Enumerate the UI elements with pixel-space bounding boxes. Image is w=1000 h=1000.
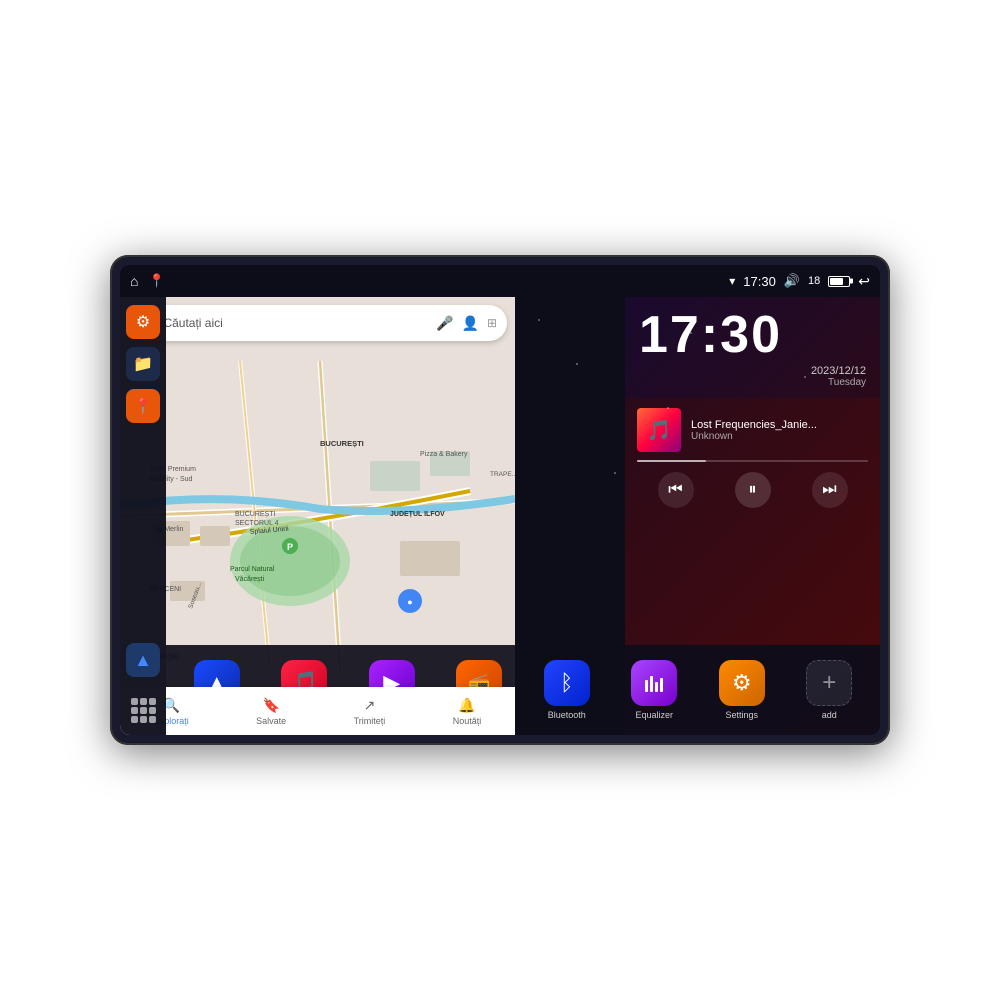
sidebar-maps-button[interactable]: 📍 <box>126 389 160 423</box>
saved-icon: 🔖 <box>262 697 279 714</box>
send-label: Trimiteți <box>354 716 386 726</box>
svg-text:BUCUREȘTI: BUCUREȘTI <box>235 511 276 518</box>
saved-label: Salvate <box>256 716 286 726</box>
map-icon: 📍 <box>134 397 153 415</box>
settings-label: Settings <box>701 710 783 720</box>
add-label: add <box>789 710 871 720</box>
send-icon: ↗ <box>364 697 376 714</box>
music-controls: ⏮ ⏸ ⏭ <box>637 472 868 508</box>
svg-text:P: P <box>287 542 293 552</box>
back-icon[interactable]: ↩ <box>858 273 870 290</box>
app-equalizer[interactable]: Equalizer <box>614 660 696 720</box>
svg-text:BUCUREȘTI: BUCUREȘTI <box>320 439 364 448</box>
app-bluetooth[interactable]: ᛒ Bluetooth <box>526 660 608 720</box>
svg-text:JUDEȚUL ILFOV: JUDEȚUL ILFOV <box>390 511 445 518</box>
prev-icon: ⏮ <box>668 481 682 499</box>
gear-icon: ⚙ <box>136 312 150 332</box>
music-track-info: Lost Frequencies_Janie... Unknown <box>691 419 868 442</box>
app-settings[interactable]: ⚙ Settings <box>701 660 783 720</box>
music-play-button[interactable]: ⏸ <box>735 472 771 508</box>
svg-text:TRAPE...: TRAPE... <box>490 471 515 478</box>
bluetooth-icon: ᛒ <box>544 660 590 706</box>
sidebar: ⚙ 📁 📍 ▲ <box>120 297 166 735</box>
svg-text:Pizza & Bakery: Pizza & Bakery <box>420 451 468 458</box>
map-send-button[interactable]: ↗ Trimiteți <box>354 697 386 726</box>
news-label: Noutăți <box>453 716 482 726</box>
sidebar-grid-button[interactable] <box>126 693 160 727</box>
mic-icon[interactable]: 🎤 <box>436 315 453 332</box>
equalizer-label: Equalizer <box>614 710 696 720</box>
music-track-row: 🎵 Lost Frequencies_Janie... Unknown <box>637 408 868 452</box>
svg-text:SECTORUL 4: SECTORUL 4 <box>235 520 279 527</box>
app-add[interactable]: + add <box>789 660 871 720</box>
map-news-button[interactable]: 🔔 Noutăți <box>453 697 482 726</box>
play-icon: ⏸ <box>748 481 756 499</box>
sidebar-files-button[interactable]: 📁 <box>126 347 160 381</box>
music-album-art: 🎵 <box>637 408 681 452</box>
settings-glyph: ⚙ <box>732 670 752 696</box>
sidebar-settings-button[interactable]: ⚙ <box>126 305 160 339</box>
album-art-icon: 🎵 <box>647 418 672 443</box>
account-icon[interactable]: 👤 <box>462 315 479 332</box>
status-right: ▾ 17:30 🔊 18 ↩ <box>729 273 870 290</box>
map-search-text: Căutați aici <box>163 316 428 330</box>
add-icon: + <box>806 660 852 706</box>
grid-icon <box>131 698 156 723</box>
svg-text:●: ● <box>407 597 412 607</box>
home-icon[interactable]: ⌂ <box>130 273 138 289</box>
device: ⌂ 📍 ▾ 17:30 🔊 18 ↩ <box>110 255 890 745</box>
battery-icon <box>828 276 850 287</box>
battery-level: 18 <box>808 275 820 287</box>
map-saved-button[interactable]: 🔖 Salvate <box>256 697 286 726</box>
layers-icon[interactable]: ⊞ <box>487 316 497 330</box>
svg-text:Văcărești: Văcărești <box>235 576 265 583</box>
clock-date: 2023/12/12 <box>639 365 866 377</box>
main-content: ⚙ 📁 📍 ▲ <box>120 297 880 735</box>
next-icon: ⏭ <box>822 481 836 499</box>
volume-icon: 🔊 <box>784 273 800 289</box>
bluetooth-glyph: ᛒ <box>560 670 573 696</box>
folder-icon: 📁 <box>133 354 153 374</box>
equalizer-glyph <box>643 672 665 694</box>
music-track-name: Lost Frequencies_Janie... <box>691 419 868 431</box>
status-left: ⌂ 📍 <box>130 273 165 289</box>
music-prev-button[interactable]: ⏮ <box>658 472 694 508</box>
maps-status-icon[interactable]: 📍 <box>148 273 164 289</box>
add-glyph: + <box>822 669 836 697</box>
status-time: 17:30 <box>743 274 776 289</box>
device-screen: ⌂ 📍 ▾ 17:30 🔊 18 ↩ <box>120 265 880 735</box>
sidebar-nav-button[interactable]: ▲ <box>126 643 160 677</box>
music-next-button[interactable]: ⏭ <box>812 472 848 508</box>
clock-section: 17:30 2023/12/12 Tuesday <box>625 297 880 398</box>
settings-icon: ⚙ <box>719 660 765 706</box>
bluetooth-label: Bluetooth <box>526 710 608 720</box>
clock-time: 17:30 <box>639 309 866 361</box>
svg-text:Parcul Natural: Parcul Natural <box>230 566 275 573</box>
news-icon: 🔔 <box>458 697 475 714</box>
map-bottom-bar: 🔍 Explorați 🔖 Salvate ↗ Trimiteți 🔔 Nout… <box>120 687 515 735</box>
navigate-icon: ▲ <box>134 650 152 671</box>
status-bar: ⌂ 📍 ▾ 17:30 🔊 18 ↩ <box>120 265 880 297</box>
music-progress-bar[interactable] <box>637 460 868 462</box>
wifi-icon: ▾ <box>729 274 735 288</box>
map-search-bar[interactable]: 📍 Căutați aici 🎤 👤 ⊞ <box>128 305 507 341</box>
equalizer-icon <box>631 660 677 706</box>
music-artist: Unknown <box>691 431 868 442</box>
clock-day: Tuesday <box>639 377 866 388</box>
